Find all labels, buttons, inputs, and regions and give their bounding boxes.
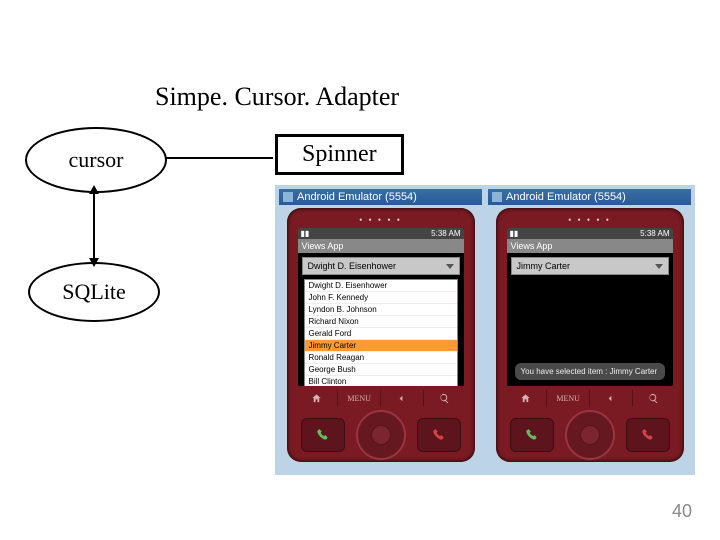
connector-cursor-spinner (165, 157, 273, 159)
status-bar: ▮▮ 5:38 AM (507, 228, 673, 239)
phone-screen: ▮▮ 5:38 AM Views App Dwight D. Eisenhower… (298, 228, 464, 386)
window-icon (492, 192, 502, 202)
speaker-icon: • • • • • (359, 215, 402, 225)
app-title: Views App (298, 239, 464, 253)
list-item[interactable]: John F. Kennedy (305, 292, 457, 304)
emulator-left: Android Emulator (5554) • • • • • ▮▮ 5:38… (279, 189, 482, 471)
slide-title: Simpe. Cursor. Adapter (155, 82, 399, 112)
list-item[interactable]: Richard Nixon (305, 316, 457, 328)
phone-device: • • • • • ▮▮ 5:38 AM Views App Jimmy Cart… (496, 208, 684, 462)
spinner-dropdown[interactable]: Dwight D. Eisenhower John F. Kennedy Lyn… (304, 279, 458, 386)
search-button[interactable] (424, 390, 466, 407)
status-time: 5:38 AM (640, 229, 669, 238)
dpad[interactable] (356, 410, 406, 460)
end-call-button[interactable] (626, 418, 670, 452)
search-button[interactable] (633, 390, 675, 407)
emulator-titlebar: Android Emulator (5554) (279, 189, 482, 205)
chevron-down-icon (655, 264, 663, 269)
end-call-button[interactable] (417, 418, 461, 452)
signal-icon: ▮▮ (301, 229, 310, 238)
list-item[interactable]: Dwight D. Eisenhower (305, 280, 457, 292)
spinner-value: Jimmy Carter (517, 261, 571, 271)
list-item[interactable]: Gerald Ford (305, 328, 457, 340)
cursor-label: cursor (69, 147, 124, 173)
spinner-control[interactable]: Jimmy Carter (511, 257, 669, 275)
menu-button[interactable]: MENU (338, 390, 381, 407)
speaker-icon: • • • • • (568, 215, 611, 225)
list-item-selected[interactable]: Jimmy Carter (305, 340, 457, 352)
call-button[interactable] (510, 418, 554, 452)
chevron-down-icon (446, 264, 454, 269)
back-button[interactable] (381, 390, 424, 407)
spinner-node: Spinner (275, 134, 404, 175)
emulator-right: Android Emulator (5554) • • • • • ▮▮ 5:38… (488, 189, 691, 471)
spinner-control[interactable]: Dwight D. Eisenhower (302, 257, 460, 275)
emulator-title: Android Emulator (5554) (297, 191, 417, 203)
spinner-label: Spinner (302, 141, 377, 167)
dpad[interactable] (565, 410, 615, 460)
home-button[interactable] (296, 390, 339, 407)
list-item[interactable]: Ronald Reagan (305, 352, 457, 364)
emulator-screenshots: Android Emulator (5554) • • • • • ▮▮ 5:38… (275, 185, 695, 475)
sqlite-node: SQLite (28, 262, 160, 322)
cursor-node: cursor (25, 127, 167, 193)
signal-icon: ▮▮ (510, 229, 519, 238)
emulator-titlebar: Android Emulator (5554) (488, 189, 691, 205)
sqlite-label: SQLite (62, 279, 126, 305)
phone-device: • • • • • ▮▮ 5:38 AM Views App Dwight D. … (287, 208, 475, 462)
connector-cursor-sqlite (93, 190, 95, 262)
call-button[interactable] (301, 418, 345, 452)
arrow-down-icon (89, 258, 99, 267)
list-item[interactable]: George Bush (305, 364, 457, 376)
page-number: 40 (672, 501, 692, 522)
menu-button[interactable]: MENU (547, 390, 590, 407)
arrow-up-icon (89, 185, 99, 194)
list-item[interactable]: Bill Clinton (305, 376, 457, 386)
phone-screen: ▮▮ 5:38 AM Views App Jimmy Carter You hav… (507, 228, 673, 386)
list-item[interactable]: Lyndon B. Johnson (305, 304, 457, 316)
back-button[interactable] (590, 390, 633, 407)
status-time: 5:38 AM (431, 229, 460, 238)
softkey-bar: MENU (296, 390, 466, 407)
toast-message: You have selected item : Jimmy Carter (515, 363, 665, 380)
app-title: Views App (507, 239, 673, 253)
softkey-bar: MENU (505, 390, 675, 407)
emulator-title: Android Emulator (5554) (506, 191, 626, 203)
status-bar: ▮▮ 5:38 AM (298, 228, 464, 239)
home-button[interactable] (505, 390, 548, 407)
window-icon (283, 192, 293, 202)
spinner-value: Dwight D. Eisenhower (308, 261, 397, 271)
